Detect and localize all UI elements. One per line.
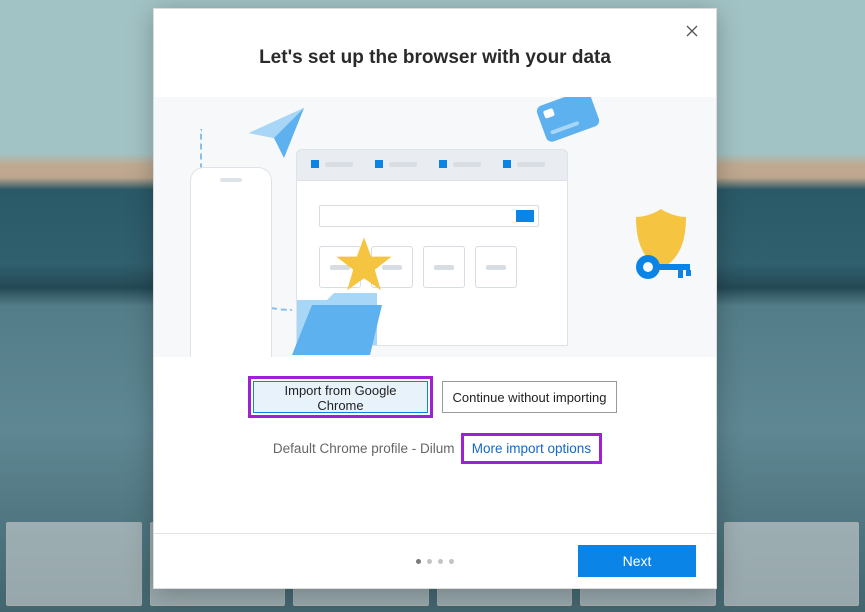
step-dot bbox=[449, 559, 454, 564]
import-chrome-button[interactable]: Import from Google Chrome bbox=[253, 381, 428, 413]
next-button[interactable]: Next bbox=[578, 545, 696, 577]
profile-info-row: Default Chrome profile - Dilum More impo… bbox=[154, 441, 716, 456]
profile-name: Dilum bbox=[420, 441, 455, 456]
thumbnail[interactable] bbox=[724, 522, 860, 606]
key-icon bbox=[634, 247, 694, 287]
more-import-options-link[interactable]: More import options bbox=[466, 438, 597, 459]
thumbnail[interactable] bbox=[6, 522, 142, 606]
step-dot bbox=[427, 559, 432, 564]
dialog-title: Let's set up the browser with your data bbox=[154, 47, 716, 69]
folder-icon bbox=[292, 285, 382, 355]
setup-dialog: Let's set up the browser with your data bbox=[153, 8, 717, 589]
step-dot bbox=[438, 559, 443, 564]
credit-card-icon bbox=[535, 97, 601, 143]
close-icon bbox=[686, 25, 698, 37]
illustration-panel bbox=[154, 97, 716, 357]
options-section: Import from Google Chrome Continue witho… bbox=[154, 381, 716, 456]
phone-illustration bbox=[190, 167, 272, 357]
close-button[interactable] bbox=[678, 17, 706, 45]
step-dot bbox=[416, 559, 421, 564]
profile-prefix: Default Chrome profile - bbox=[273, 441, 420, 456]
dialog-footer: Next bbox=[154, 533, 716, 588]
step-indicator bbox=[416, 559, 454, 564]
continue-without-importing-button[interactable]: Continue without importing bbox=[442, 381, 617, 413]
